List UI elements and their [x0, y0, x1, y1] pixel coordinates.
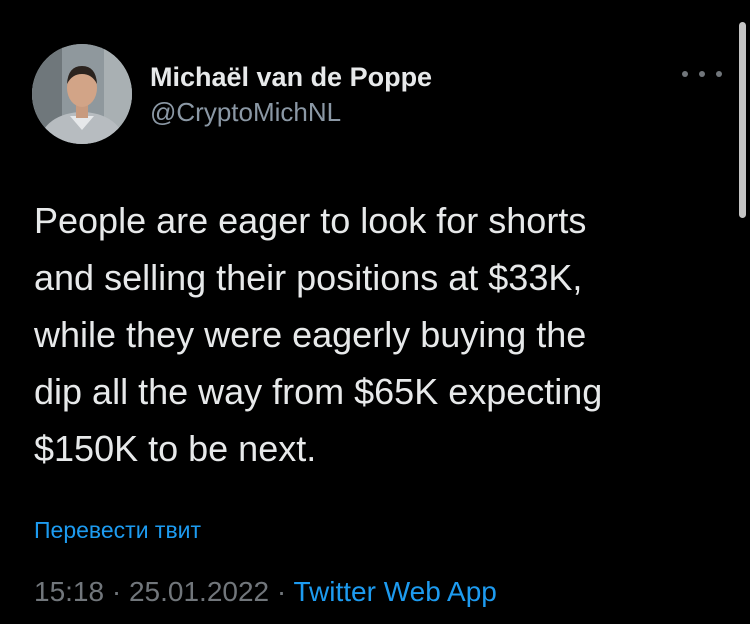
- tweet-source-link[interactable]: Twitter Web App: [294, 576, 497, 607]
- scrollbar[interactable]: [739, 22, 746, 218]
- tweet-text: People are eager to look for shorts and …: [34, 200, 603, 469]
- tweet-detail: Michaël van de Poppe @CryptoMichNL Peopl…: [0, 0, 750, 624]
- avatar[interactable]: [32, 44, 132, 144]
- tweet-date[interactable]: 25.01.2022: [129, 576, 269, 607]
- translate-tweet-link[interactable]: Перевести твит: [34, 517, 201, 544]
- author-handle[interactable]: @CryptoMichNL: [150, 96, 432, 128]
- tweet-header: Michaël van de Poppe @CryptoMichNL: [32, 44, 722, 144]
- avatar-photo: [32, 44, 132, 144]
- more-dot: [716, 71, 722, 77]
- meta-separator: ·: [269, 576, 294, 607]
- author-names: Michaël van de Poppe @CryptoMichNL: [150, 60, 432, 128]
- more-horizontal-icon[interactable]: [682, 64, 722, 84]
- more-dot: [682, 71, 688, 77]
- meta-separator: ·: [104, 576, 129, 607]
- tweet-meta: 15:18 · 25.01.2022 · Twitter Web App: [34, 576, 497, 608]
- more-dot: [699, 71, 705, 77]
- author-display-name[interactable]: Michaël van de Poppe: [150, 60, 432, 94]
- tweet-time[interactable]: 15:18: [34, 576, 104, 607]
